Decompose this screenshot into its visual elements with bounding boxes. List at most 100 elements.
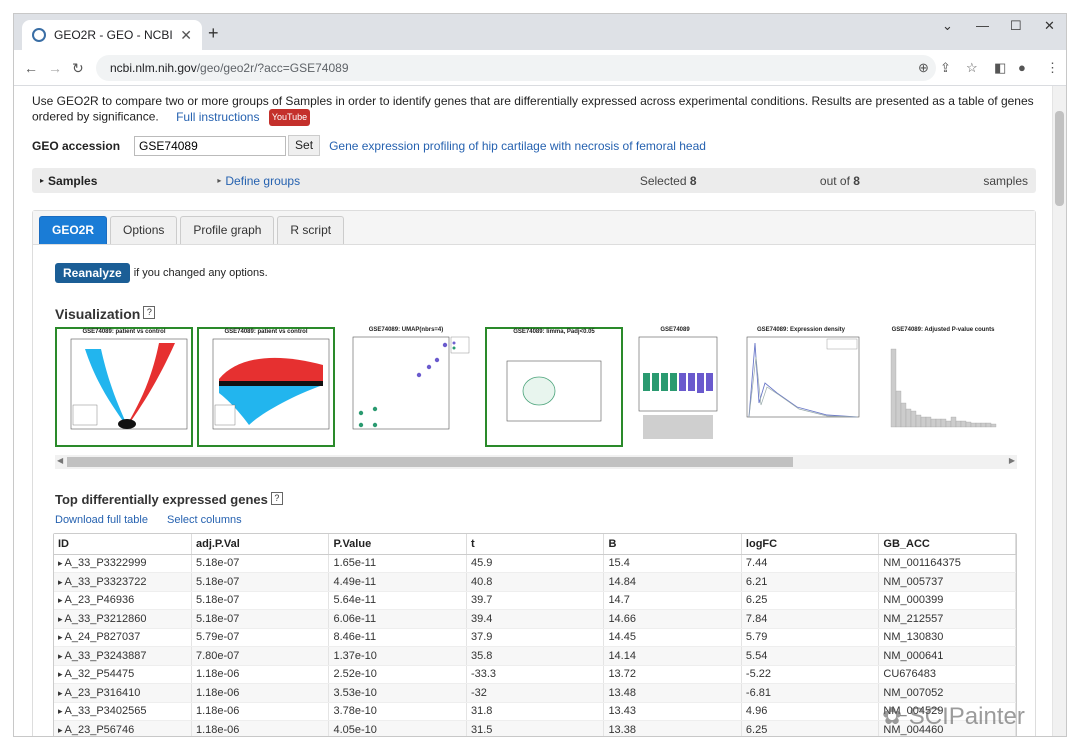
define-groups-link[interactable]: Define groups	[225, 174, 300, 188]
table-row[interactable]: A_33_P32128605.18e-076.06e-1139.414.667.…	[54, 609, 1016, 629]
venn-diagram-thumbnail[interactable]: GSE74089: limma, Padj<0.05	[485, 327, 623, 447]
minimize-icon[interactable]: —	[976, 18, 989, 33]
table-row[interactable]: A_33_P33237225.18e-074.49e-1140.814.846.…	[54, 572, 1016, 592]
ma-plot-thumbnail[interactable]: GSE74089: patient vs control	[197, 327, 335, 447]
total-count: 8	[853, 173, 860, 188]
table-row[interactable]: A_33_P32438877.80e-071.37e-1035.814.145.…	[54, 646, 1016, 666]
column-header[interactable]: B	[603, 534, 742, 555]
vertical-scrollbar[interactable]	[1052, 86, 1066, 736]
thumbnails-scrollbar[interactable]: ◀ ▶	[55, 455, 1017, 469]
wechat-icon: ✿	[882, 703, 903, 730]
download-full-table-link[interactable]: Download full table	[55, 514, 148, 526]
umap-plot-thumbnail[interactable]: GSE74089: UMAP(nbrs=4)	[341, 327, 471, 447]
column-header[interactable]: t	[466, 534, 605, 555]
column-header[interactable]: logFC	[741, 534, 880, 555]
forward-icon[interactable]: →	[48, 60, 62, 76]
ncbi-favicon-icon	[32, 28, 46, 42]
thumbnails-scroll-thumb[interactable]	[67, 457, 793, 467]
reanalyze-button[interactable]: Reanalyze	[55, 263, 130, 283]
scroll-right-icon[interactable]: ▶	[1009, 456, 1015, 465]
tab-options[interactable]: Options	[110, 216, 178, 244]
select-columns-link[interactable]: Select columns	[167, 514, 242, 526]
ma-plot-image	[212, 338, 330, 430]
gene-id-cell[interactable]: A_33_P3322999	[54, 554, 192, 573]
gene-id-cell[interactable]: A_33_P3243887	[54, 646, 192, 666]
table-cell: 5.64e-11	[328, 591, 467, 610]
volcano-plot-image	[70, 338, 188, 430]
out-of-text: out of	[819, 173, 850, 188]
url-path: /geo/geo2r/?acc=GSE74089	[196, 61, 349, 75]
tab-profile-graph[interactable]: Profile graph	[180, 216, 275, 244]
samples-label[interactable]: Samples	[48, 174, 97, 188]
table-row[interactable]: A_23_P469365.18e-075.64e-1139.714.76.25N…	[54, 591, 1016, 610]
table-cell: CU676483	[878, 665, 1016, 684]
samples-expand-icon[interactable]: ▸	[40, 176, 44, 185]
table-cell: 7.80e-07	[191, 646, 330, 666]
tab-geo2r[interactable]: GEO2R	[39, 216, 108, 244]
zoom-icon[interactable]: ⊕	[918, 60, 929, 76]
table-cell: 15.4	[603, 554, 742, 573]
column-header[interactable]: P.Value	[328, 534, 467, 555]
table-cell: 5.79e-07	[191, 628, 330, 647]
pvalue-histogram-thumbnail[interactable]: GSE74089: Adjusted P-value counts	[873, 327, 1013, 447]
table-row[interactable]: A_23_P3164101.18e-063.53e-10-3213.48-6.8…	[54, 683, 1016, 703]
table-cell: 5.79	[741, 628, 880, 647]
gene-id-cell[interactable]: A_23_P56746	[54, 720, 192, 736]
table-cell: NM_000399	[878, 591, 1016, 610]
gene-id-cell[interactable]: A_32_P54475	[54, 665, 192, 684]
series-description[interactable]: Gene expression profiling of hip cartila…	[329, 139, 706, 153]
gene-id-cell[interactable]: A_33_P3323722	[54, 572, 192, 592]
close-tab-icon[interactable]: ✕	[180, 27, 192, 44]
help-icon[interactable]: ?	[143, 306, 156, 319]
density-plot-thumbnail[interactable]: GSE74089: Expression density	[737, 327, 865, 447]
table-body: A_33_P33229995.18e-071.65e-1145.915.47.4…	[54, 554, 1016, 736]
column-header[interactable]: GB_ACC	[878, 534, 1016, 555]
table-row[interactable]: A_23_P567461.18e-064.05e-1031.513.386.25…	[54, 720, 1016, 736]
gene-id-cell[interactable]: A_23_P46936	[54, 591, 192, 610]
reanalyze-row: Reanalyze if you changed any options.	[55, 263, 268, 283]
table-cell: 5.54	[741, 646, 880, 666]
column-header[interactable]: adj.P.Val	[191, 534, 330, 555]
table-cell: 1.37e-10	[328, 646, 467, 666]
back-icon[interactable]: ←	[24, 60, 38, 76]
side-panel-icon[interactable]: ◧	[994, 60, 1006, 76]
new-tab-icon[interactable]: +	[208, 23, 219, 44]
scroll-left-icon[interactable]: ◀	[57, 456, 63, 465]
table-row[interactable]: A_32_P544751.18e-062.52e-10-33.313.72-5.…	[54, 665, 1016, 684]
density-plot-image	[746, 336, 860, 418]
browser-tab[interactable]: GEO2R - GEO - NCBI ✕	[22, 20, 202, 50]
menu-icon[interactable]: ⋮	[1046, 60, 1059, 76]
volcano-plot-thumbnail[interactable]: GSE74089: patient vs control	[55, 327, 193, 447]
bookmark-star-icon[interactable]: ☆	[966, 60, 978, 76]
gene-id-cell[interactable]: A_23_P316410	[54, 683, 192, 703]
samples-bar[interactable]: ▸ Samples ▸ Define groups Selected 8 out…	[32, 168, 1036, 193]
set-button[interactable]: Set	[288, 135, 321, 156]
table-row[interactable]: A_33_P33229995.18e-071.65e-1145.915.47.4…	[54, 554, 1016, 573]
reanalyze-note: if you changed any options.	[133, 267, 268, 279]
help-icon[interactable]: ?	[270, 492, 283, 505]
table-cell: 14.14	[603, 646, 742, 666]
maximize-icon[interactable]: ☐	[1010, 18, 1022, 34]
youtube-logo[interactable]: YouTube	[268, 109, 311, 126]
gene-id-cell[interactable]: A_33_P3212860	[54, 609, 192, 629]
column-header[interactable]: ID	[54, 534, 192, 555]
gene-id-cell[interactable]: A_24_P827037	[54, 628, 192, 647]
boxplot-thumbnail[interactable]: GSE74089	[629, 327, 721, 447]
full-instructions-link[interactable]: Full instructions	[176, 110, 259, 124]
share-icon[interactable]: ⇪	[940, 60, 951, 76]
accession-input[interactable]	[134, 135, 287, 156]
profile-icon[interactable]: ●	[1018, 60, 1026, 75]
url-field[interactable]: ncbi.nlm.nih.gov/geo/geo2r/?acc=GSE74089	[96, 55, 936, 81]
tab-r-script[interactable]: R script	[277, 216, 345, 244]
analysis-tabs: GEO2R Options Profile graph R script	[33, 211, 1035, 245]
vertical-scroll-thumb[interactable]	[1055, 111, 1064, 206]
visualization-title: Visualization?	[55, 306, 156, 322]
chevron-down-icon[interactable]: ⌄	[942, 18, 953, 34]
reload-icon[interactable]: ↻	[72, 60, 84, 77]
table-row[interactable]: A_33_P34025651.18e-063.78e-1031.813.434.…	[54, 702, 1016, 721]
table-row[interactable]: A_24_P8270375.79e-078.46e-1137.914.455.7…	[54, 628, 1016, 647]
selected-samples-text: Selected 8 out of 8 samples	[640, 174, 1028, 188]
close-window-icon[interactable]: ✕	[1044, 18, 1055, 34]
table-cell: 39.7	[466, 591, 605, 610]
gene-id-cell[interactable]: A_33_P3402565	[54, 702, 192, 721]
